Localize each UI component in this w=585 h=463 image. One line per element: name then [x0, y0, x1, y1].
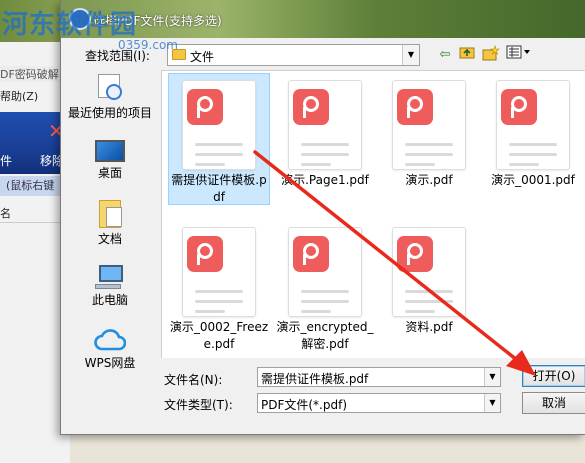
- file-item[interactable]: 资料.pdf: [378, 221, 480, 336]
- place-label: 文档: [97, 232, 122, 246]
- chevron-down-icon[interactable]: ▼: [402, 45, 419, 65]
- file-name: 资料.pdf: [405, 320, 453, 334]
- file-item[interactable]: 演示_0001.pdf: [482, 74, 584, 189]
- cloud-icon: [94, 328, 126, 352]
- filename-label: 文件名(N):: [164, 373, 223, 387]
- place-documents[interactable]: 文档: [65, 200, 155, 247]
- place-label: WPS网盘: [84, 356, 136, 370]
- filetype-combobox[interactable]: PDF文件(*.pdf) ▼: [257, 393, 501, 413]
- background-menu-help[interactable]: 帮助(Z): [0, 88, 38, 104]
- file-name: 演示_0001.pdf: [491, 173, 575, 187]
- pdf-file-icon: [182, 227, 256, 317]
- pdf-file-icon: [392, 80, 466, 170]
- file-item[interactable]: 演示.pdf: [378, 74, 480, 189]
- open-button[interactable]: 打开(O): [522, 365, 585, 387]
- cancel-button[interactable]: 取消: [522, 392, 585, 414]
- place-label: 此电脑: [91, 293, 128, 307]
- filename-value: 需提供证件模板.pdf: [261, 372, 369, 386]
- place-desktop[interactable]: 桌面: [65, 140, 155, 181]
- file-item[interactable]: 演示_0002_Freeze.pdf: [168, 221, 270, 353]
- pdf-file-icon: [496, 80, 570, 170]
- file-list-view[interactable]: 需提供证件模板.pdf 演示.Page1.pdf 演示.pdf 演示_0001.…: [161, 70, 585, 358]
- look-in-value: 文件: [190, 50, 215, 64]
- filename-combobox[interactable]: 需提供证件模板.pdf ▼: [257, 367, 501, 387]
- place-recent-items[interactable]: 最近使用的项目: [65, 74, 155, 121]
- filetype-label: 文件类型(T):: [164, 398, 233, 412]
- file-name: 需提供证件模板.pdf: [171, 173, 267, 204]
- file-item[interactable]: 需提供证件模板.pdf: [168, 73, 270, 205]
- back-arrow-icon[interactable]: ⇦: [435, 45, 455, 65]
- look-in-dropdown[interactable]: 文件 ▼: [167, 44, 420, 66]
- watermark-url: 0359.com: [118, 38, 178, 52]
- places-bar: 最近使用的项目 桌面 文档 此电脑 WPS网盘: [65, 70, 155, 380]
- place-this-pc[interactable]: 此电脑: [65, 265, 155, 308]
- open-file-dialog: 选择PDF文件(支持多选) 查找范围(I): 文件 ▼ ⇦ 最近使用的项目 桌面…: [60, 0, 585, 435]
- watermark-text: 河东软件园: [2, 10, 138, 40]
- file-name: 演示.Page1.pdf: [281, 173, 369, 187]
- view-menu-icon[interactable]: [505, 45, 533, 65]
- place-label: 桌面: [97, 166, 122, 180]
- file-item[interactable]: 演示_encrypted_解密.pdf: [274, 221, 376, 353]
- desktop-icon: [95, 140, 125, 162]
- watermark-logo: 河东软件园: [2, 4, 137, 41]
- chevron-down-icon[interactable]: ▼: [484, 394, 500, 412]
- filetype-value: PDF文件(*.pdf): [261, 398, 348, 412]
- dialog-titlebar[interactable]: 选择PDF文件(支持多选): [61, 0, 585, 38]
- place-wps-cloud[interactable]: WPS网盘: [65, 328, 155, 371]
- new-folder-icon[interactable]: [481, 45, 501, 65]
- up-folder-icon[interactable]: [457, 45, 477, 65]
- file-name: 演示.pdf: [405, 173, 453, 187]
- file-name: 演示_0002_Freeze.pdf: [169, 320, 269, 351]
- file-name: 演示_encrypted_解密.pdf: [276, 320, 374, 351]
- pdf-file-icon: [288, 80, 362, 170]
- pdf-file-icon: [288, 227, 362, 317]
- chevron-down-icon[interactable]: ▼: [484, 368, 500, 386]
- file-item[interactable]: 演示.Page1.pdf: [274, 74, 376, 189]
- pdf-file-icon: [392, 227, 466, 317]
- computer-icon: [95, 265, 125, 289]
- place-label: 最近使用的项目: [67, 106, 152, 120]
- background-toolbar-label-add[interactable]: 件: [0, 152, 12, 169]
- pdf-file-icon: [182, 80, 256, 170]
- recent-items-icon: [94, 74, 126, 102]
- documents-icon: [99, 200, 122, 228]
